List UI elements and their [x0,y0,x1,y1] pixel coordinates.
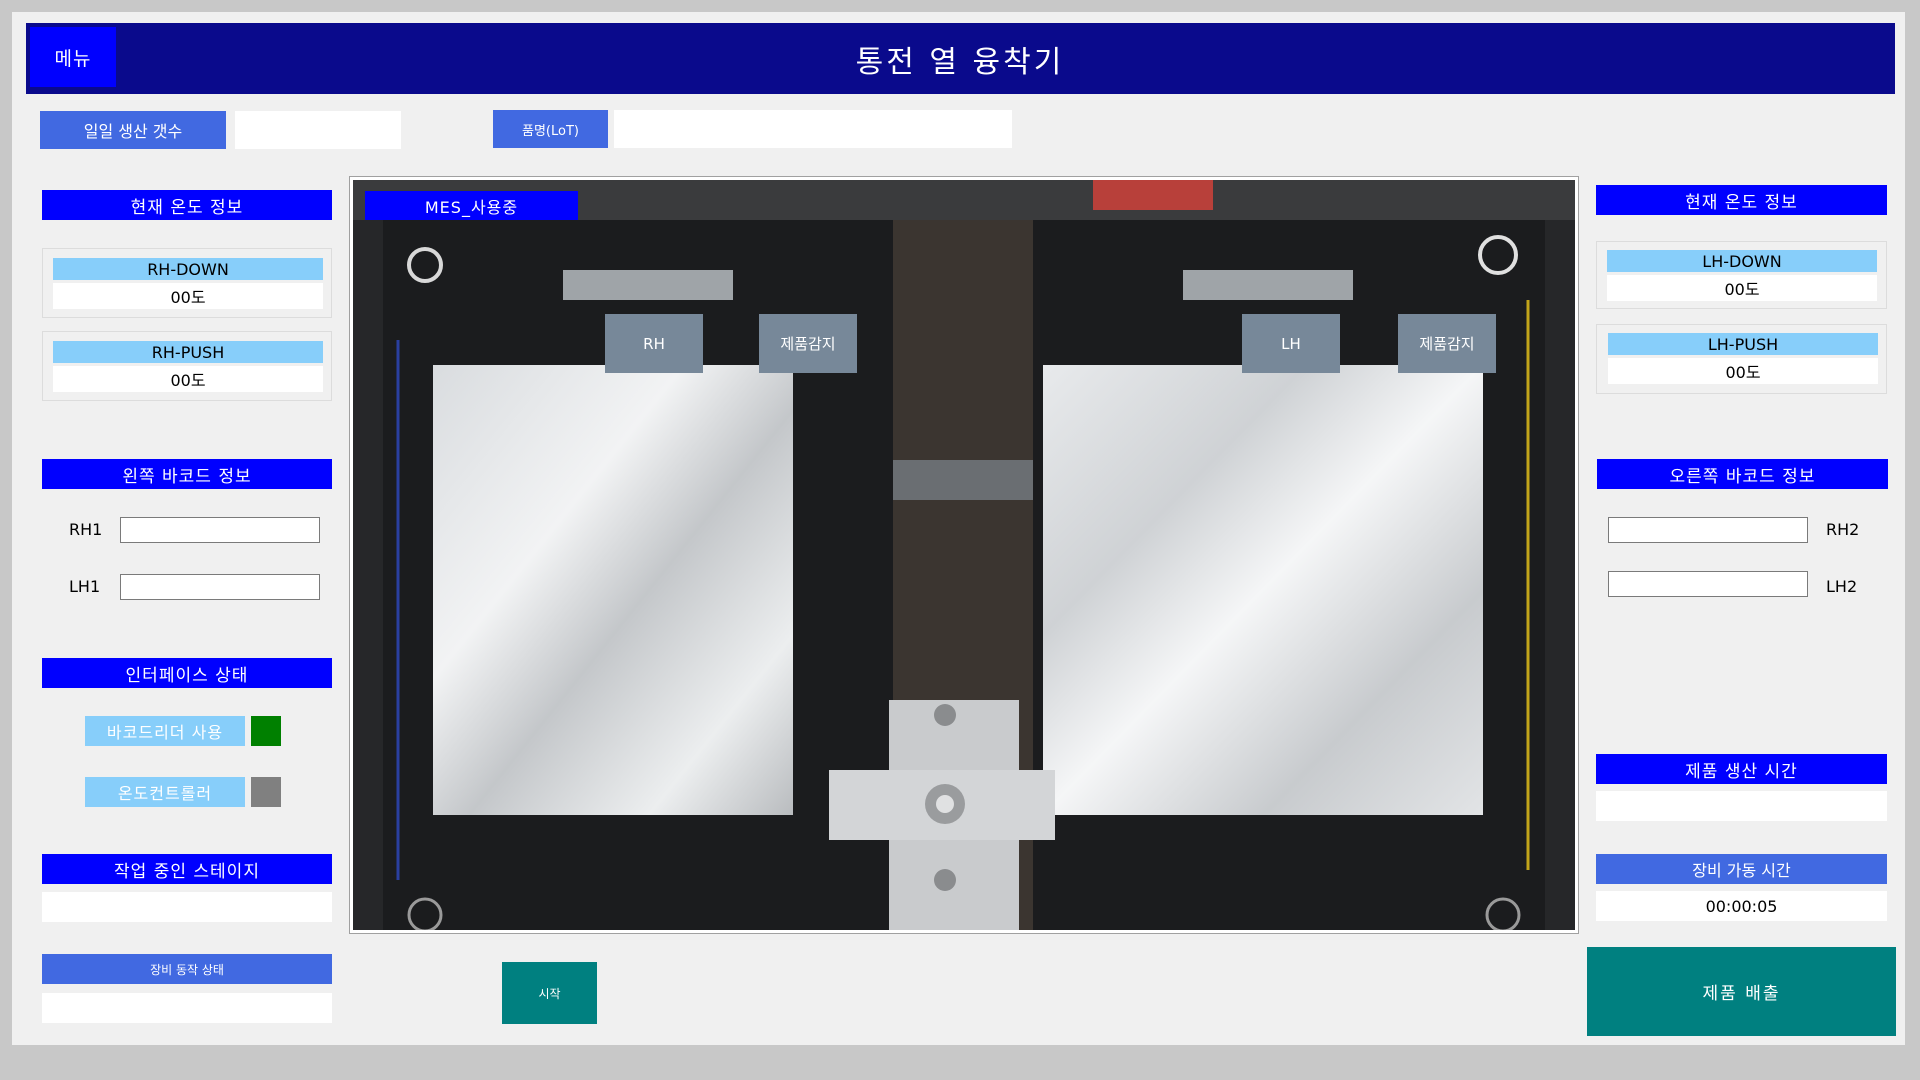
page-title: 통전 열 융착기 [855,44,1065,80]
daily-count-label: 일일 생산 갯수 [40,111,226,149]
menu-button[interactable]: 메뉴 [30,27,116,87]
start-button[interactable]: 시작 [502,962,597,1024]
lh2-input[interactable] [1608,571,1808,597]
interface-status-title: 인터페이스 상태 [42,658,332,688]
lh2-label: LH2 [1826,576,1858,596]
left-temp-title: 현재 온도 정보 [42,190,332,220]
temp-controller-indicator [251,777,281,807]
rh2-label: RH2 [1826,519,1860,539]
lh1-input[interactable] [120,574,320,600]
camera-image [353,180,1575,930]
rh-down-label: RH-DOWN [53,258,323,280]
lh-down-value: 00도 [1607,275,1877,301]
right-barcode-title: 오른쪽 바코드 정보 [1597,459,1888,489]
mes-status-label: MES_사용중 [365,191,578,220]
equip-status-title: 장비 동작 상태 [42,954,332,984]
prod-time-title: 제품 생산 시간 [1596,754,1887,784]
lh-down-label: LH-DOWN [1607,250,1877,272]
rh-push-value: 00도 [53,366,323,392]
daily-count-field [235,111,401,149]
left-barcode-title: 왼쪽 바코드 정보 [42,459,332,489]
rh-product-sensor: 제품감지 [759,314,857,373]
rh-down-value: 00도 [53,283,323,309]
product-lot-field [614,110,1012,148]
rh1-input[interactable] [120,517,320,543]
temp-controller-label: 온도컨트롤러 [85,777,245,807]
uptime-value: 00:00:05 [1596,891,1887,921]
working-stage-title: 작업 중인 스테이지 [42,854,332,884]
lh-product-sensor: 제품감지 [1398,314,1496,373]
rh-push-label: RH-PUSH [53,341,323,363]
product-eject-button[interactable]: 제품 배출 [1587,947,1896,1036]
rh-indicator: RH [605,314,703,373]
barcode-reader-indicator [251,716,281,746]
lh-push-value: 00도 [1608,358,1878,384]
equip-status-field [42,993,332,1023]
rh1-label: RH1 [69,519,103,539]
rh2-input[interactable] [1608,517,1808,543]
uptime-title: 장비 가동 시간 [1596,854,1887,884]
lh-push-label: LH-PUSH [1608,333,1878,355]
prod-time-field [1596,791,1887,821]
working-stage-field [42,892,332,922]
right-temp-title: 현재 온도 정보 [1596,185,1887,215]
lh-indicator: LH [1242,314,1340,373]
barcode-reader-label: 바코드리더 사용 [85,716,245,746]
lh1-label: LH1 [69,576,101,596]
product-lot-label: 품명(LoT) [493,110,608,148]
